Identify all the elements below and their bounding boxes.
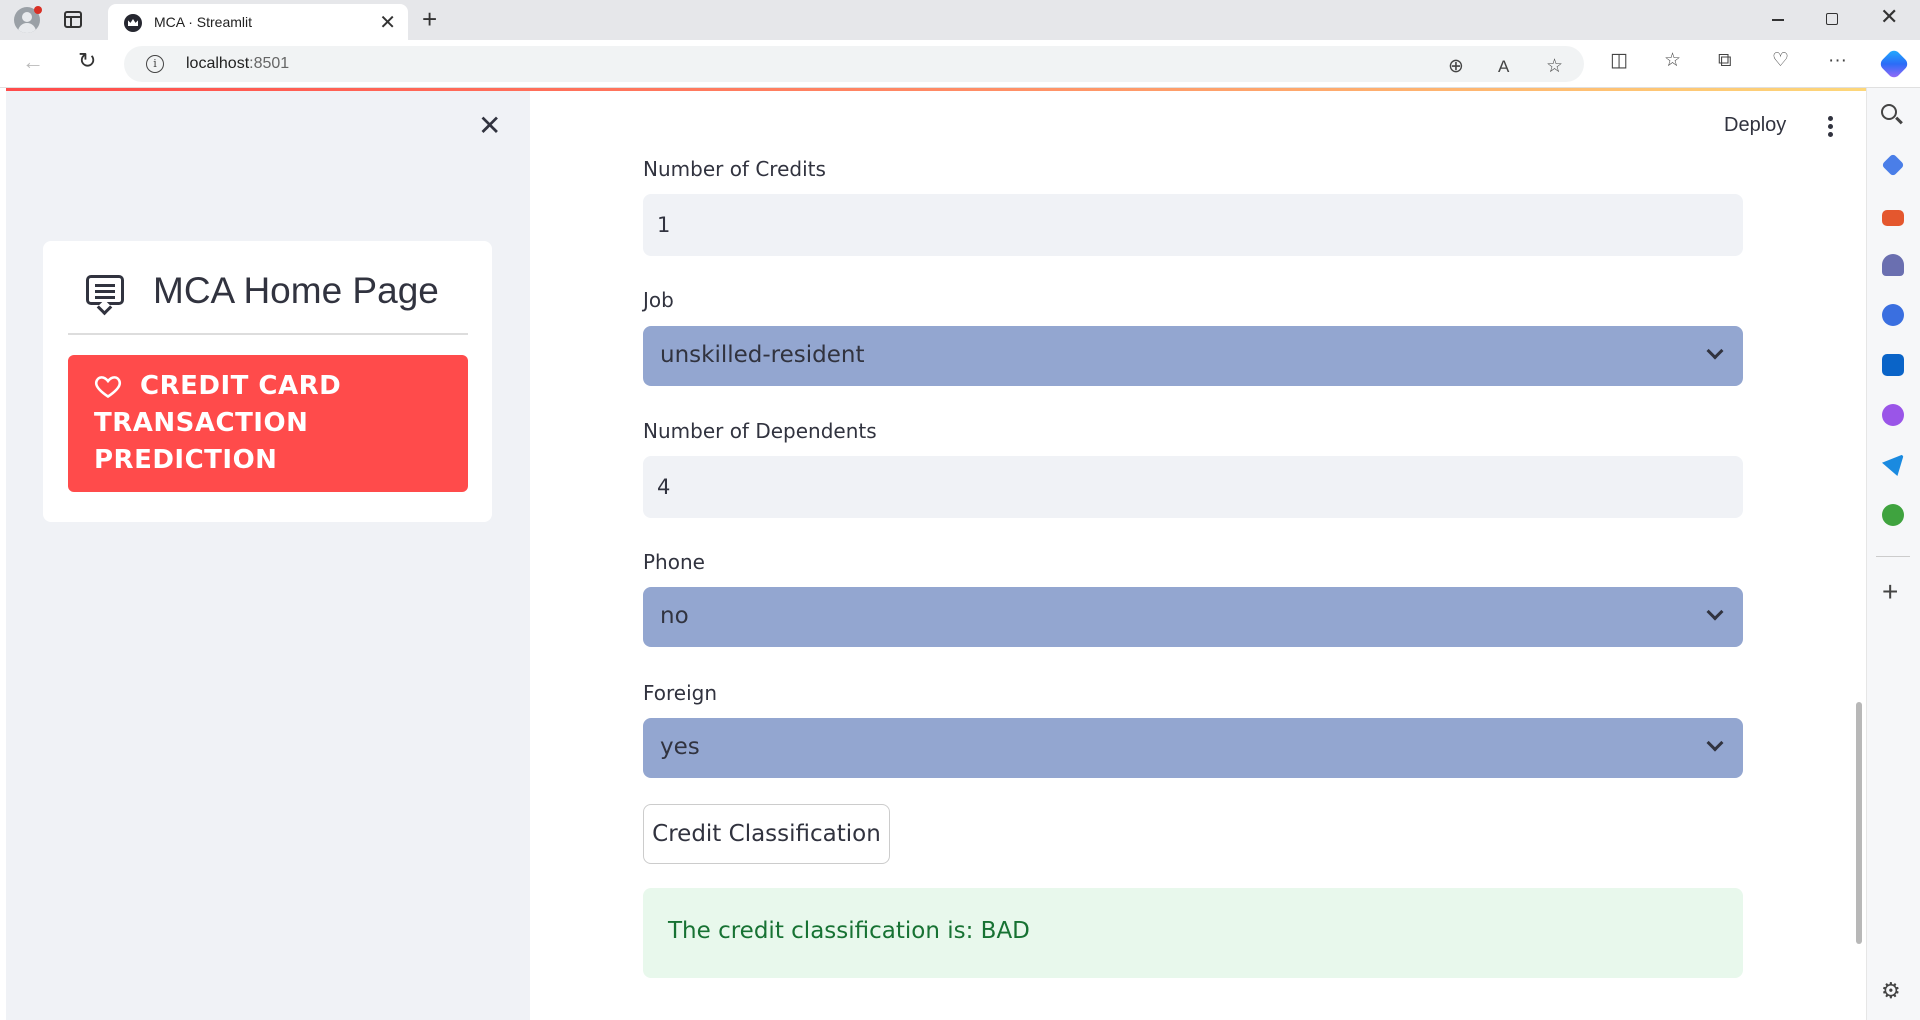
edge-divider bbox=[1876, 556, 1910, 557]
split-screen-icon[interactable]: ◫ bbox=[1610, 51, 1628, 71]
menu-item-label: Credit Card Transaction Prediction bbox=[94, 371, 342, 475]
deploy-button[interactable]: Deploy bbox=[1724, 114, 1786, 137]
result-message: The credit classification is: BAD bbox=[668, 918, 1030, 944]
main-menu-kebab-icon[interactable] bbox=[1828, 116, 1834, 138]
chevron-down-icon bbox=[1706, 734, 1724, 752]
more-options-icon[interactable]: ··· bbox=[1828, 51, 1847, 71]
credits-input[interactable]: 1 bbox=[643, 194, 1743, 256]
tools-icon[interactable] bbox=[1882, 210, 1904, 226]
chevron-down-icon bbox=[1706, 603, 1724, 621]
result-success-alert: The credit classification is: BAD bbox=[643, 888, 1743, 978]
streamlit-sidebar bbox=[6, 91, 530, 1020]
foreign-select[interactable]: yes bbox=[643, 718, 1743, 778]
tree-icon[interactable] bbox=[1882, 504, 1904, 526]
site-info-icon[interactable]: i bbox=[146, 55, 164, 73]
notification-dot bbox=[34, 6, 42, 14]
menu-divider bbox=[68, 333, 468, 335]
edge-search-icon[interactable] bbox=[1881, 104, 1897, 120]
reload-icon[interactable]: ↻ bbox=[78, 48, 96, 74]
window-minimize-icon[interactable] bbox=[1772, 19, 1784, 21]
credit-classification-button[interactable]: Credit Classification bbox=[643, 804, 890, 864]
phone-label: Phone bbox=[643, 550, 705, 574]
dependents-label: Number of Dependents bbox=[643, 419, 877, 443]
edge-sidebar bbox=[1866, 88, 1920, 1020]
games-icon[interactable] bbox=[1882, 254, 1904, 276]
job-label: Job bbox=[643, 288, 674, 312]
dependents-input[interactable]: 4 bbox=[643, 456, 1743, 518]
window-close-icon[interactable]: ✕ bbox=[1880, 4, 1898, 30]
add-sidebar-app-icon[interactable]: + bbox=[1882, 578, 1898, 606]
menu-title-icon bbox=[86, 275, 124, 305]
microsoft-365-icon[interactable] bbox=[1882, 304, 1904, 326]
favorites-icon[interactable]: ☆ bbox=[1664, 51, 1681, 71]
scrollbar[interactable] bbox=[1856, 702, 1862, 944]
window-maximize-icon[interactable] bbox=[1826, 13, 1838, 25]
tab-close-icon[interactable]: ✕ bbox=[379, 10, 396, 35]
new-tab-icon[interactable]: + bbox=[422, 4, 437, 35]
back-arrow-icon[interactable]: ← bbox=[22, 49, 44, 75]
url-text: localhost:8501 bbox=[186, 55, 290, 72]
address-bar-row: ← ↻ i localhost:8501 ⊕ A ☆ ◫ ☆ ⧉ ♡ ··· bbox=[0, 40, 1920, 88]
chevron-down-icon bbox=[1706, 342, 1724, 360]
designer-icon[interactable] bbox=[1882, 404, 1904, 426]
menu-title: MCA Home Page bbox=[153, 270, 439, 311]
collections-icon[interactable]: ⧉ bbox=[1718, 51, 1732, 71]
phone-select[interactable]: no bbox=[643, 587, 1743, 647]
settings-gear-icon[interactable]: ⚙ bbox=[1881, 978, 1901, 1004]
credits-label: Number of Credits bbox=[643, 157, 826, 181]
outlook-icon[interactable] bbox=[1882, 354, 1904, 376]
browser-tab-bar: MCA · Streamlit ✕ + ✕ bbox=[0, 0, 1920, 40]
favorite-star-icon[interactable]: ☆ bbox=[1546, 57, 1563, 77]
browser-tab[interactable]: MCA · Streamlit ✕ bbox=[108, 4, 408, 40]
job-select[interactable]: unskilled-resident bbox=[643, 326, 1743, 386]
streamlit-favicon-icon bbox=[124, 14, 142, 32]
browser-essentials-icon[interactable]: ♡ bbox=[1772, 51, 1789, 71]
url-field[interactable]: i localhost:8501 ⊕ A ☆ bbox=[124, 46, 1584, 82]
tab-actions-icon[interactable] bbox=[64, 11, 82, 28]
read-aloud-icon[interactable]: A bbox=[1498, 57, 1509, 77]
close-icon[interactable]: ✕ bbox=[478, 112, 501, 140]
zoom-icon[interactable]: ⊕ bbox=[1448, 57, 1464, 77]
foreign-label: Foreign bbox=[643, 681, 718, 705]
tab-title: MCA · Streamlit bbox=[154, 14, 253, 30]
